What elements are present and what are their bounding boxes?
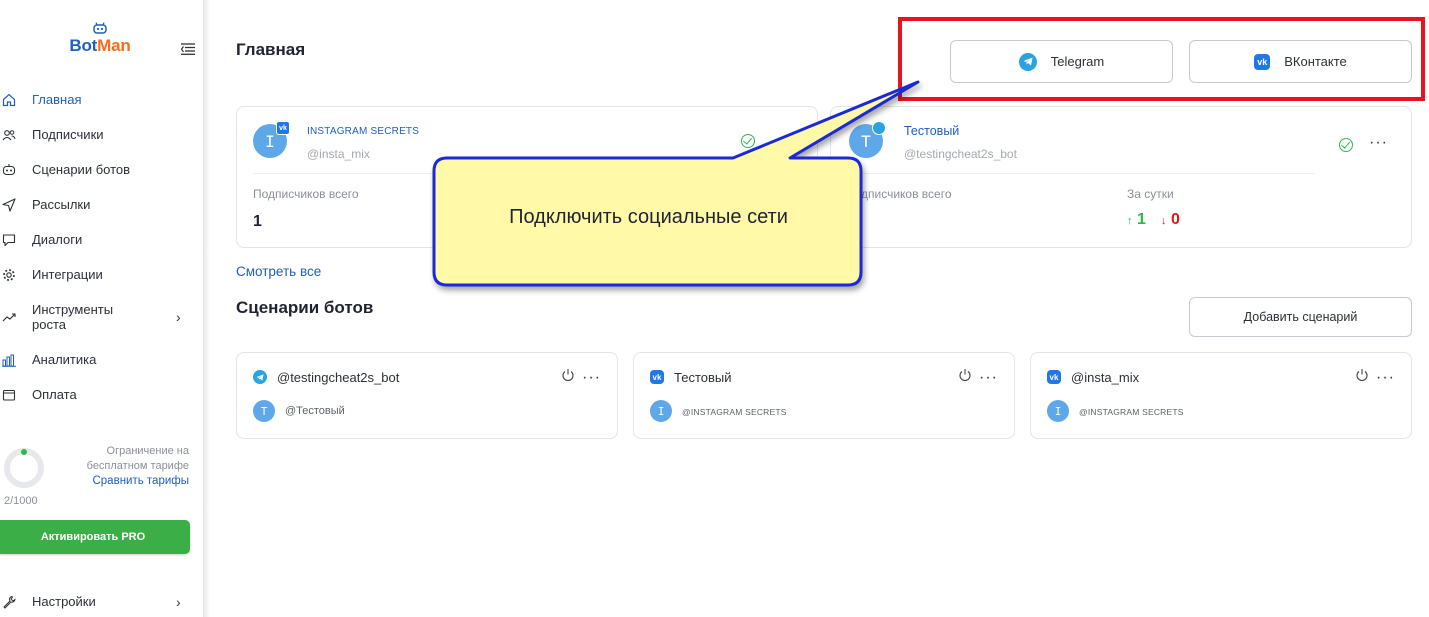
more-options-icon[interactable]: ··· (1369, 135, 1388, 151)
scenario-card[interactable]: vk Тестовый ··· I @INSTAGRAM SECRETS (633, 352, 1015, 439)
sidebar-item-growth-tools[interactable]: Инструменты роста › (0, 302, 204, 332)
logo-word-bot: Bot (69, 36, 98, 55)
sidebar-item-label: Настройки (32, 594, 96, 609)
sidebar-item-dialogs[interactable]: Диалоги (0, 228, 204, 252)
per-day-down-value: 0 (1170, 211, 1180, 228)
sidebar-item-label: Рассылки (32, 197, 91, 212)
sidebar-item-label: Интеграции (32, 267, 103, 282)
chevron-right-icon: › (176, 309, 181, 325)
sidebar-item-label: Инструменты роста (32, 302, 114, 332)
bot-name[interactable]: Тестовый (904, 124, 959, 138)
more-options-icon[interactable]: ··· (1376, 370, 1395, 386)
per-day-up-value: 1 (1136, 211, 1146, 228)
wallet-icon (2, 388, 16, 402)
limit-text-line1: Ограничение на (106, 445, 189, 457)
bot-icon (2, 163, 16, 177)
sidebar-item-label: Диалоги (32, 232, 83, 247)
page-title: Главная (236, 40, 306, 59)
limit-count: 2/1000 (4, 495, 38, 507)
check-circle-icon (1339, 138, 1353, 152)
vk-icon: vk (1047, 370, 1061, 384)
divider (253, 173, 793, 174)
sidebar-item-settings[interactable]: Настройки › (0, 590, 204, 614)
gear-icon (2, 268, 16, 282)
sidebar-item-mailings[interactable]: Рассылки (0, 193, 204, 217)
subscribers-total-label: Подписчиков всего (253, 187, 359, 201)
subscribers-total-value: 1 (253, 213, 262, 230)
bot-name[interactable]: INSTAGRAM SECRETS (307, 126, 419, 137)
chat-icon (2, 233, 16, 247)
power-icon[interactable] (561, 368, 575, 382)
scenarios-section-title: Сценарии ботов (236, 298, 374, 317)
users-icon (2, 128, 16, 142)
callout-text: Подключить социальные сети (509, 206, 788, 228)
logo-word-man: Man (97, 36, 131, 55)
check-circle-icon (741, 134, 755, 148)
compare-plans-link[interactable]: Сравнить тарифы (92, 475, 189, 487)
arrow-down-icon: ↓ (1161, 215, 1167, 227)
bot-card[interactable]: T Тестовый @testingcheat2s_bot ··· дписч… (830, 106, 1412, 248)
avatar: I (650, 400, 672, 422)
sidebar-item-home[interactable]: Главная (0, 88, 204, 112)
scenario-card[interactable]: @testingcheat2s_bot ··· T @Тестовый (236, 352, 618, 439)
bot-logo-icon (60, 22, 140, 36)
sidebar-item-label: Оплата (32, 387, 77, 402)
vk-icon: vk (276, 121, 290, 135)
chart-icon (2, 353, 16, 367)
telegram-icon (872, 121, 886, 135)
sidebar-item-bot-scenarios[interactable]: Сценарии ботов (0, 158, 204, 182)
more-options-icon[interactable]: ··· (582, 370, 601, 386)
subscribers-total-label: дписчиков всего (861, 187, 952, 201)
annotation-highlight-box (898, 17, 1425, 101)
power-icon[interactable] (1355, 368, 1369, 382)
more-options-icon[interactable]: ··· (979, 370, 998, 386)
sidebar-item-subscribers[interactable]: Подписчики (0, 123, 204, 147)
send-icon (2, 198, 16, 212)
limit-description: Ограничение на бесплатном тарифе (39, 444, 189, 474)
sidebar-item-integrations[interactable]: Интеграции (0, 263, 204, 287)
scenario-bot-name: @INSTAGRAM SECRETS (1079, 407, 1184, 417)
arrow-up-icon: ↑ (1127, 215, 1133, 227)
collapse-sidebar-icon[interactable] (180, 42, 195, 55)
divider (861, 173, 1315, 174)
scenario-card[interactable]: vk @insta_mix ··· I @INSTAGRAM SECRETS (1030, 352, 1412, 439)
telegram-icon (253, 370, 267, 384)
bot-handle: @insta_mix (307, 147, 370, 161)
sidebar-edge (204, 0, 210, 617)
add-scenario-button[interactable]: Добавить сценарий (1189, 297, 1412, 337)
sidebar-item-analytics[interactable]: Аналитика (0, 348, 204, 372)
sidebar-item-label: Аналитика (32, 352, 97, 367)
home-icon (2, 93, 16, 107)
limit-progress-indicator (21, 449, 27, 455)
sidebar-item-label: Сценарии ботов (32, 162, 131, 177)
logo[interactable]: BotMan (60, 22, 140, 56)
scenario-title: Тестовый (674, 370, 732, 385)
sidebar-item-payment[interactable]: Оплата (0, 383, 204, 407)
sidebar: BotMan Главная Подписчики Сценарии ботов… (0, 0, 204, 617)
per-day-label: За сутки (1127, 187, 1174, 201)
sidebar-item-label: Подписчики (32, 127, 104, 142)
activate-pro-button[interactable]: Активировать PRO (0, 520, 190, 554)
vk-icon: vk (650, 370, 664, 384)
per-day-up: ↑ 1 (1127, 211, 1146, 229)
power-icon[interactable] (958, 368, 972, 382)
scenario-title: @testingcheat2s_bot (277, 370, 400, 385)
avatar: T (253, 400, 275, 422)
limit-text-line2: бесплатном тарифе (86, 460, 189, 472)
per-day-down: ↓ 0 (1161, 211, 1180, 229)
scenario-title: @insta_mix (1071, 370, 1140, 385)
sidebar-item-label: Главная (32, 92, 82, 107)
chevron-right-icon: › (176, 594, 181, 610)
growth-icon (2, 310, 16, 324)
bot-handle: @testingcheat2s_bot (904, 147, 1017, 161)
wrench-icon (2, 595, 16, 609)
scenario-bot-name: @INSTAGRAM SECRETS (682, 407, 787, 417)
see-all-link[interactable]: Смотреть все (236, 264, 321, 279)
avatar: I (1047, 400, 1069, 422)
scenario-bot-name: @Тестовый (285, 405, 345, 417)
